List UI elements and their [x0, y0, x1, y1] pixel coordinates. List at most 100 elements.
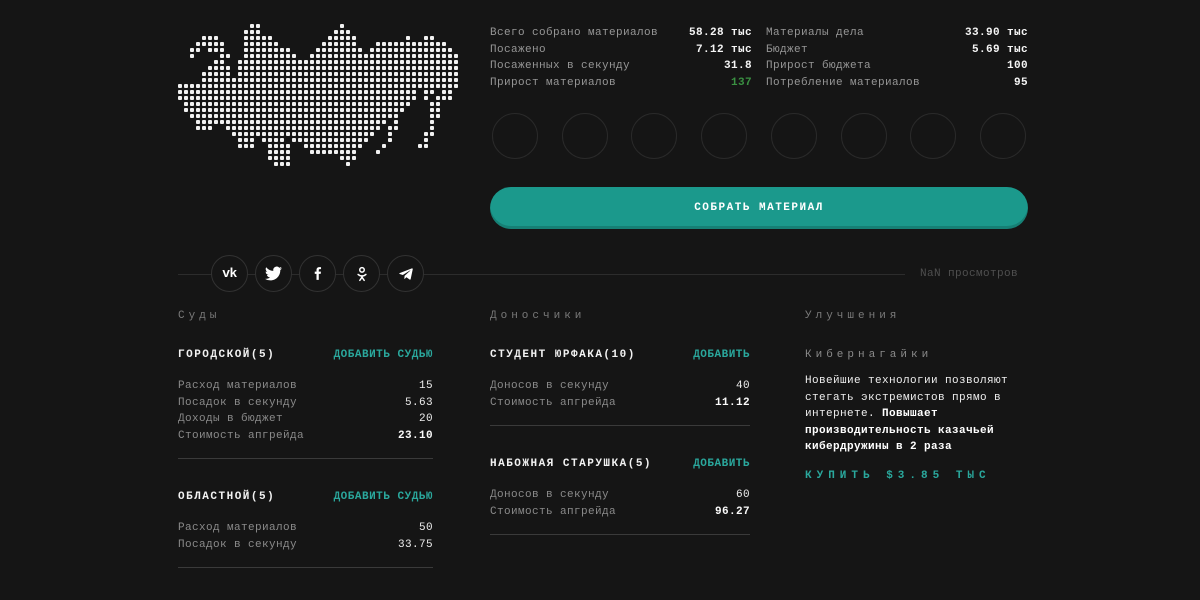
russia-dot-map: [178, 24, 460, 168]
inventory-slot: [980, 113, 1026, 159]
add-judge-link[interactable]: ДОБАВИТЬ СУДЬЮ: [334, 349, 433, 361]
item-stat-row: Доносов в секунду40: [490, 378, 750, 395]
map-dot: [352, 78, 356, 82]
map-dot: [304, 114, 308, 118]
map-dot: [424, 84, 428, 88]
map-dot: [274, 114, 278, 118]
map-dot: [220, 102, 224, 106]
map-dot: [322, 90, 326, 94]
map-dot: [334, 114, 338, 118]
map-dot: [322, 138, 326, 142]
map-dot: [202, 90, 206, 94]
map-dot: [250, 90, 254, 94]
map-dot: [208, 66, 212, 70]
map-dot: [340, 126, 344, 130]
map-dot: [340, 42, 344, 46]
map-dot: [322, 78, 326, 82]
map-dot: [268, 126, 272, 130]
map-dot: [376, 102, 380, 106]
social-odnoklassniki-button[interactable]: [343, 255, 380, 292]
map-dot: [250, 36, 254, 40]
map-dot: [280, 66, 284, 70]
map-dot: [214, 66, 218, 70]
map-dot: [268, 150, 272, 154]
map-dot: [340, 144, 344, 148]
social-vk-button[interactable]: vk: [211, 255, 248, 292]
map-dot: [208, 78, 212, 82]
map-dot: [256, 54, 260, 58]
map-dot: [406, 96, 410, 100]
map-dot: [358, 90, 362, 94]
map-dot: [406, 42, 410, 46]
map-dot: [418, 144, 422, 148]
add-judge-link[interactable]: ДОБАВИТЬ СУДЬЮ: [334, 491, 433, 503]
map-dot: [268, 114, 272, 118]
map-dot: [328, 96, 332, 100]
map-dot: [376, 114, 380, 118]
map-dot: [430, 108, 434, 112]
map-dot: [358, 84, 362, 88]
map-dot: [244, 114, 248, 118]
map-dot: [244, 36, 248, 40]
map-dot: [250, 144, 254, 148]
map-dot: [310, 150, 314, 154]
map-dot: [244, 144, 248, 148]
map-dot: [316, 114, 320, 118]
item-stat-row: Расход материалов15: [178, 378, 433, 395]
item-head: НАБОЖНАЯ СТАРУШКА(5)ДОБАВИТЬ: [490, 458, 750, 470]
map-dot: [256, 30, 260, 34]
map-dot: [202, 84, 206, 88]
map-dot: [442, 66, 446, 70]
map-dot: [220, 90, 224, 94]
map-dot: [376, 60, 380, 64]
map-dot: [388, 60, 392, 64]
map-dot: [346, 36, 350, 40]
map-dot: [274, 84, 278, 88]
map-dot: [292, 96, 296, 100]
social-twitter-button[interactable]: [255, 255, 292, 292]
add-informer-link[interactable]: ДОБАВИТЬ: [693, 458, 750, 470]
map-dot: [196, 96, 200, 100]
map-dot: [370, 132, 374, 136]
map-dot: [400, 102, 404, 106]
map-dot: [340, 90, 344, 94]
map-dot: [310, 66, 314, 70]
map-dot: [274, 102, 278, 106]
map-dot: [328, 36, 332, 40]
map-dot: [292, 78, 296, 82]
map-dot: [280, 162, 284, 166]
map-dot: [304, 120, 308, 124]
map-dot: [346, 156, 350, 160]
social-telegram-button[interactable]: [387, 255, 424, 292]
map-dot: [358, 72, 362, 76]
map-dot: [262, 84, 266, 88]
map-dot: [202, 36, 206, 40]
map-dot: [352, 36, 356, 40]
add-informer-link[interactable]: ДОБАВИТЬ: [693, 349, 750, 361]
map-dot: [184, 90, 188, 94]
column-body: ГОРОДСКОЙ(5)ДОБАВИТЬ СУДЬЮРасход материа…: [178, 349, 433, 568]
item-stat-value: 5.63: [405, 395, 433, 412]
social-facebook-button[interactable]: [299, 255, 336, 292]
map-dot: [424, 36, 428, 40]
map-dot: [412, 90, 416, 94]
item-stat-value: 11.12: [715, 395, 750, 412]
map-dot: [382, 102, 386, 106]
collect-material-button[interactable]: СОБРАТЬ МАТЕРИАЛ: [490, 187, 1028, 229]
map-dot: [190, 102, 194, 106]
map-dot: [280, 54, 284, 58]
map-dot: [268, 60, 272, 64]
map-dot: [280, 156, 284, 160]
map-dot: [244, 126, 248, 130]
map-dot: [238, 126, 242, 130]
map-dot: [412, 42, 416, 46]
map-dot: [370, 84, 374, 88]
map-dot: [268, 156, 272, 160]
column-courts: СудыГОРОДСКОЙ(5)ДОБАВИТЬ СУДЬЮРасход мат…: [178, 310, 433, 600]
map-dot: [376, 90, 380, 94]
map-dot: [328, 144, 332, 148]
map-dot: [370, 78, 374, 82]
map-dot: [190, 114, 194, 118]
map-dot: [280, 114, 284, 118]
buy-upgrade-link[interactable]: КУПИТЬ $3.85 ТЫС: [805, 470, 991, 482]
